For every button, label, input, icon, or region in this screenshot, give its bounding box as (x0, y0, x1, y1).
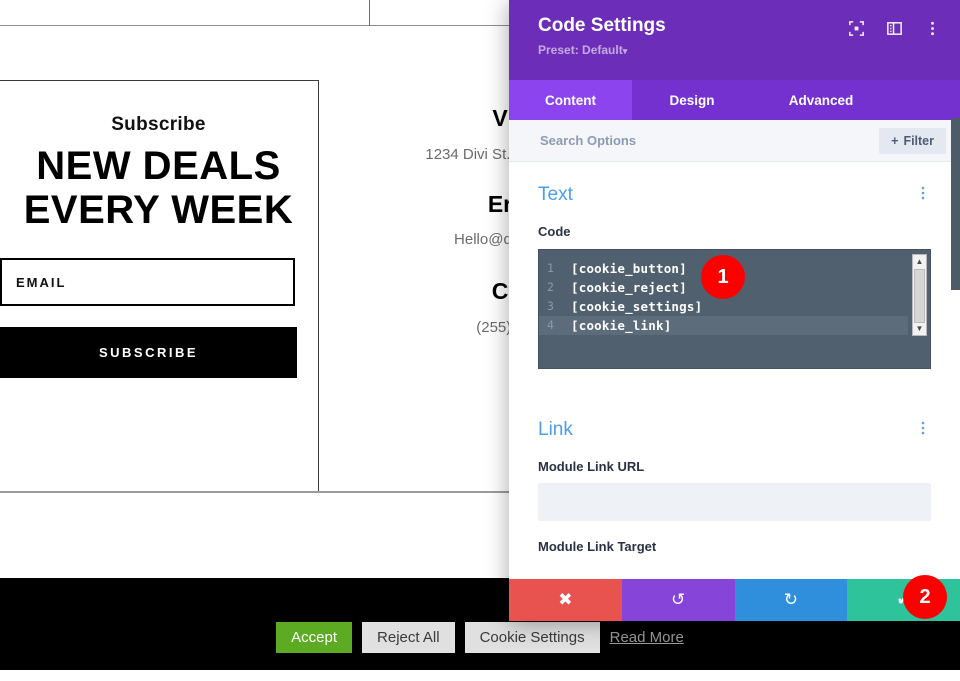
code-line-active[interactable]: 4 [cookie_link] (539, 316, 908, 335)
subscribe-email-input[interactable]: EMAIL (0, 258, 295, 306)
layout-panel-icon[interactable] (885, 19, 904, 38)
layout-divider-vertical-main (318, 80, 319, 492)
preset-selector[interactable]: Preset: Default▾ (538, 43, 940, 58)
subscribe-module: Subscribe NEW DEALS EVERY WEEK EMAIL SUB… (0, 81, 317, 491)
redo-button[interactable]: ↻ (734, 579, 848, 621)
redo-icon: ↻ (783, 590, 798, 609)
search-options-row: + Filter (509, 120, 960, 162)
cookie-accept-button[interactable]: Accept (276, 622, 353, 653)
modal-scrollbar-thumb[interactable] (951, 118, 960, 290)
module-link-url-label: Module Link URL (538, 459, 645, 474)
undo-button[interactable]: ↺ (621, 579, 735, 621)
code-line-number: 1 (547, 261, 554, 275)
code-scrollbar-thumb[interactable] (914, 269, 925, 323)
code-line[interactable]: 3 [cookie_settings] (539, 297, 908, 316)
tab-advanced[interactable]: Advanced (752, 80, 890, 120)
screen-root: Subscribe NEW DEALS EVERY WEEK EMAIL SUB… (0, 0, 960, 681)
subscribe-headline: NEW DEALS EVERY WEEK (23, 144, 294, 232)
subscribe-email-wrap: EMAIL (0, 258, 297, 314)
cookie-reject-all-button[interactable]: Reject All (362, 622, 455, 653)
module-link-target-label: Module Link Target (538, 539, 657, 554)
cancel-button[interactable]: ✖ (509, 579, 622, 621)
modal-header-icons (847, 19, 942, 38)
section-link-title: Link (538, 419, 573, 440)
code-field-label: Code (538, 224, 571, 239)
chevron-down-icon: ▾ (622, 46, 628, 56)
code-line-text: [cookie_button] (571, 261, 687, 276)
focus-target-icon[interactable] (847, 19, 866, 38)
subscribe-button-label: SUBSCRIBE (98, 345, 199, 360)
layout-divider-vertical-top (369, 0, 370, 26)
section-link-kebab-icon[interactable] (915, 420, 931, 441)
kebab-menu-icon[interactable] (923, 19, 942, 38)
code-line-text: [cookie_reject] (571, 280, 687, 295)
section-link-header: Link (538, 397, 931, 441)
add-filter-button[interactable]: + Filter (879, 127, 946, 154)
close-icon: ✖ (558, 590, 573, 609)
modal-action-bar: ✖ ↺ ↻ ✔ (509, 579, 960, 621)
preset-label: Preset: Default (538, 43, 623, 57)
modal-body: Text Code 1 [cookie_button] 2 [cookie_re… (509, 162, 960, 621)
step-badge-1: 1 (701, 255, 745, 299)
scroll-down-arrow-icon[interactable]: ▼ (913, 322, 926, 335)
tab-content[interactable]: Content (509, 80, 632, 120)
code-editor-scrollbar[interactable]: ▲ ▼ (912, 254, 927, 336)
cookie-banner-actions: Accept Reject All Cookie Settings Read M… (0, 622, 960, 653)
section-link: Link Module Link URL Module Link Target (509, 397, 960, 554)
modal-tab-bar: Content Design Advanced (509, 80, 960, 120)
tab-design[interactable]: Design (632, 80, 752, 120)
code-line-number: 2 (547, 280, 554, 294)
subscribe-email-value: EMAIL (16, 274, 67, 290)
cookie-read-more-link[interactable]: Read More (610, 629, 684, 646)
subscribe-eyebrow: Subscribe (111, 114, 206, 135)
cookie-settings-button[interactable]: Cookie Settings (464, 622, 600, 653)
section-text-header: Text (538, 162, 931, 206)
code-settings-modal: Code Settings Preset: Default▾ Content D… (509, 0, 960, 621)
module-link-url-input[interactable] (538, 483, 931, 521)
code-line-number: 4 (547, 318, 554, 332)
section-text-title: Text (538, 184, 573, 205)
subscribe-button[interactable]: SUBSCRIBE (0, 327, 297, 378)
step-badge-2: 2 (903, 575, 947, 619)
code-line-text: [cookie_settings] (571, 299, 703, 314)
filter-label: Filter (903, 133, 934, 148)
code-line-number: 3 (547, 299, 554, 313)
plus-icon: + (891, 133, 899, 148)
scroll-up-arrow-icon[interactable]: ▲ (913, 255, 926, 268)
code-line-text: [cookie_link] (571, 318, 672, 333)
undo-icon: ↺ (671, 590, 686, 609)
section-text-kebab-icon[interactable] (915, 185, 931, 206)
search-options-input[interactable] (538, 132, 880, 149)
modal-header: Code Settings Preset: Default▾ (509, 0, 960, 80)
